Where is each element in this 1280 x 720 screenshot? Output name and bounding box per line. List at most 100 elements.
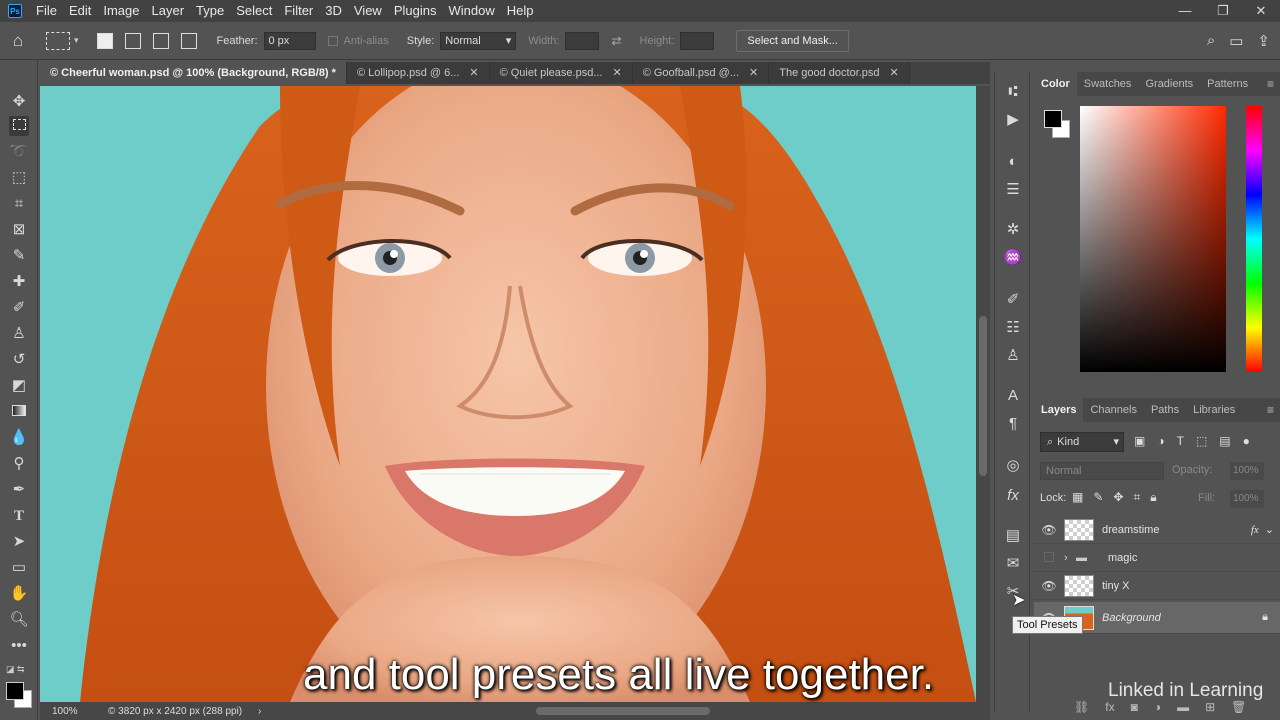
fx-icon[interactable]: fx	[1003, 486, 1023, 506]
tab-swatches[interactable]: Swatches	[1077, 72, 1139, 96]
lock-artboard-icon[interactable]: ⌗	[1133, 490, 1140, 505]
workspace-icon[interactable]: ▭	[1229, 32, 1243, 50]
minimize-button[interactable]: —	[1166, 0, 1204, 22]
style-select[interactable]: Normal ▾	[440, 31, 517, 50]
hue-slider[interactable]	[1246, 106, 1262, 372]
add-selection-icon[interactable]	[124, 32, 141, 49]
horizontal-scroll-thumb[interactable]	[536, 707, 710, 715]
menu-3d[interactable]: 3D	[319, 0, 348, 22]
character-icon[interactable]: A	[1003, 386, 1023, 406]
tab-cheerful-woman[interactable]: © Cheerful woman.psd @ 100% (Background,…	[40, 62, 347, 84]
adjustments-icon[interactable]: ◐	[1003, 152, 1023, 172]
select-and-mask-button[interactable]: Select and Mask...	[736, 29, 849, 52]
shape-filter-icon[interactable]: ⬚	[1196, 434, 1207, 448]
menu-layer[interactable]: Layer	[146, 0, 191, 22]
tab-color[interactable]: Color	[1034, 72, 1077, 96]
trash-icon[interactable]: 🗑︎	[1231, 700, 1246, 714]
object-selection-tool-icon[interactable]: ⬚	[9, 168, 29, 188]
notes-icon[interactable]: ✉	[1003, 554, 1023, 574]
menu-file[interactable]: File	[30, 0, 63, 22]
panel-menu-icon[interactable]: ≡	[1267, 403, 1274, 417]
pen-tool-icon[interactable]: ✒	[9, 480, 29, 500]
frame-tool-icon[interactable]: ⊠	[9, 220, 29, 240]
clone-source-icon[interactable]: ♙	[1003, 346, 1023, 366]
close-icon[interactable]: ✕	[469, 62, 478, 84]
menu-help[interactable]: Help	[501, 0, 540, 22]
tab-layers[interactable]: Layers	[1034, 398, 1084, 422]
tab-gradients[interactable]: Gradients	[1138, 72, 1200, 96]
panel-menu-icon[interactable]: ≡	[1267, 77, 1274, 91]
healing-brush-tool-icon[interactable]: ✚	[9, 272, 29, 292]
menu-image[interactable]: Image	[97, 0, 145, 22]
height-input[interactable]	[680, 31, 715, 50]
home-icon[interactable]: ⌂	[0, 31, 36, 51]
fill-input[interactable]: 100%	[1230, 490, 1264, 508]
properties-icon[interactable]: ☰	[1003, 180, 1023, 200]
tool-options-icon[interactable]: ☷	[1003, 318, 1023, 338]
chevron-right-icon[interactable]: ›	[1064, 552, 1076, 564]
eyedropper-tool-icon[interactable]: ✎	[9, 246, 29, 266]
marquee-preset-icon[interactable]	[46, 31, 70, 50]
color-field[interactable]	[1080, 106, 1226, 372]
share-icon[interactable]: ⇪	[1257, 32, 1270, 50]
adjustment-icon[interactable]: ◑	[1154, 700, 1161, 714]
layer-filter-select[interactable]: ⌕ Kind ▾	[1040, 432, 1124, 452]
close-icon[interactable]: ✕	[890, 62, 899, 84]
scroll-thumb[interactable]	[979, 316, 987, 476]
tab-lollipop[interactable]: © Lollipop.psd @ 6... ✕	[346, 62, 490, 84]
new-layer-icon[interactable]: ⊞	[1205, 700, 1215, 714]
lock-icon[interactable]: 🔒︎	[1262, 611, 1268, 624]
menu-plugins[interactable]: Plugins	[388, 0, 443, 22]
status-menu-arrow-icon[interactable]: ›	[258, 706, 278, 717]
lock-position-icon[interactable]: ✥	[1113, 490, 1123, 505]
tab-libraries[interactable]: Libraries	[1186, 398, 1242, 422]
styles-icon[interactable]: ◎	[1003, 456, 1023, 476]
marquee-tool-icon[interactable]	[9, 116, 29, 136]
history-brush-tool-icon[interactable]: ↺	[9, 350, 29, 370]
layer-row[interactable]: 👁︎ dreamstime fx ⌄	[1034, 516, 1280, 544]
zoom-level[interactable]: 100%	[40, 706, 100, 717]
hand-tool-icon[interactable]: ✋	[9, 584, 29, 604]
tab-quiet-please[interactable]: © Quiet please.psd... ✕	[489, 62, 633, 84]
lock-transparent-icon[interactable]: ▦	[1072, 490, 1083, 505]
mask-icon[interactable]: ◙	[1131, 700, 1138, 714]
blur-tool-icon[interactable]: 💧	[9, 428, 29, 448]
search-icon[interactable]: ⌕	[1207, 32, 1215, 50]
fx-icon[interactable]: fx	[1251, 524, 1259, 536]
tab-goofball[interactable]: © Goofball.psd @... ✕	[632, 62, 770, 84]
gradient-tool-icon[interactable]	[9, 402, 29, 422]
actions-icon[interactable]: ▶	[1003, 110, 1023, 130]
close-icon[interactable]: ✕	[612, 62, 621, 84]
color-fg-swatch[interactable]	[1044, 110, 1062, 128]
adjustment-filter-icon[interactable]: ◑	[1157, 434, 1164, 448]
layer-row[interactable]: › ▬ magic	[1034, 544, 1280, 572]
eraser-tool-icon[interactable]: ◩	[9, 376, 29, 396]
history-icon[interactable]: ⑆	[1003, 82, 1023, 102]
menu-view[interactable]: View	[348, 0, 388, 22]
brush-tool-panel-icon[interactable]: ✐	[1003, 290, 1023, 310]
menu-select[interactable]: Select	[230, 0, 278, 22]
restore-button[interactable]: ❐	[1204, 0, 1242, 22]
type-filter-icon[interactable]: T	[1177, 434, 1184, 448]
crop-tool-icon[interactable]: ⌗	[9, 194, 29, 214]
layer-row[interactable]: 👁︎ tiny X	[1034, 572, 1280, 600]
brush-settings-icon[interactable]: ♒	[1003, 248, 1023, 268]
libraries-icon[interactable]: ▤	[1003, 526, 1023, 546]
paragraph-icon[interactable]: ¶	[1003, 414, 1023, 434]
type-tool-icon[interactable]: T	[9, 506, 29, 526]
move-tool-icon[interactable]: ✥	[9, 92, 29, 112]
rectangle-tool-icon[interactable]: ▭	[9, 558, 29, 578]
vertical-scrollbar[interactable]	[976, 86, 990, 702]
chevron-down-icon[interactable]: ▾	[74, 35, 79, 46]
brush-tool-icon[interactable]: ✐	[9, 298, 29, 318]
tab-good-doctor[interactable]: The good doctor.psd ✕	[769, 62, 910, 84]
subtract-selection-icon[interactable]	[152, 32, 169, 49]
close-icon[interactable]: ✕	[749, 62, 758, 84]
tab-patterns[interactable]: Patterns	[1200, 72, 1255, 96]
foreground-color-swatch[interactable]	[6, 682, 24, 700]
menu-filter[interactable]: Filter	[278, 0, 319, 22]
blend-mode-select[interactable]: Normal	[1040, 462, 1164, 480]
lock-all-icon[interactable]: 🔒︎	[1150, 490, 1156, 505]
width-input[interactable]	[565, 31, 600, 50]
path-selection-tool-icon[interactable]: ➤	[9, 532, 29, 552]
